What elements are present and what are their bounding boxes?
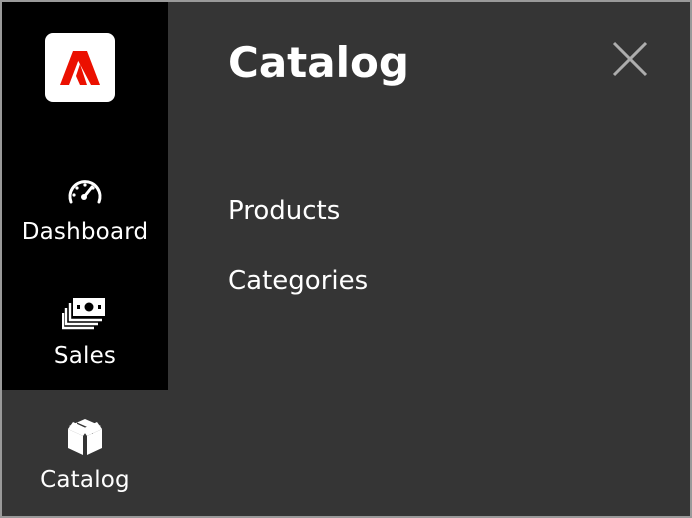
speedometer-icon (2, 175, 168, 207)
submenu-item-categories[interactable]: Categories (228, 262, 368, 332)
sidebar-item-label: Sales (53, 343, 117, 369)
close-button[interactable] (610, 39, 650, 79)
main-sidebar: Dashboard Sales Catalog (2, 2, 168, 516)
brand-logo[interactable] (45, 33, 115, 102)
submenu-item-products[interactable]: Products (228, 192, 368, 262)
sidebar-item-label: Catalog (40, 467, 130, 493)
adobe-logo-icon (60, 50, 100, 85)
sidebar-item-catalog[interactable]: Catalog (2, 390, 168, 516)
submenu-list: Products Categories (228, 192, 368, 332)
box-icon (2, 416, 168, 458)
sidebar-item-dashboard[interactable]: Dashboard (2, 162, 168, 282)
close-icon (612, 41, 648, 77)
admin-panel: Dashboard Sales Catalog Catalog Products… (0, 0, 692, 518)
submenu-title: Catalog (228, 38, 409, 87)
money-stack-icon (2, 296, 168, 330)
sidebar-item-label: Dashboard (21, 219, 149, 245)
